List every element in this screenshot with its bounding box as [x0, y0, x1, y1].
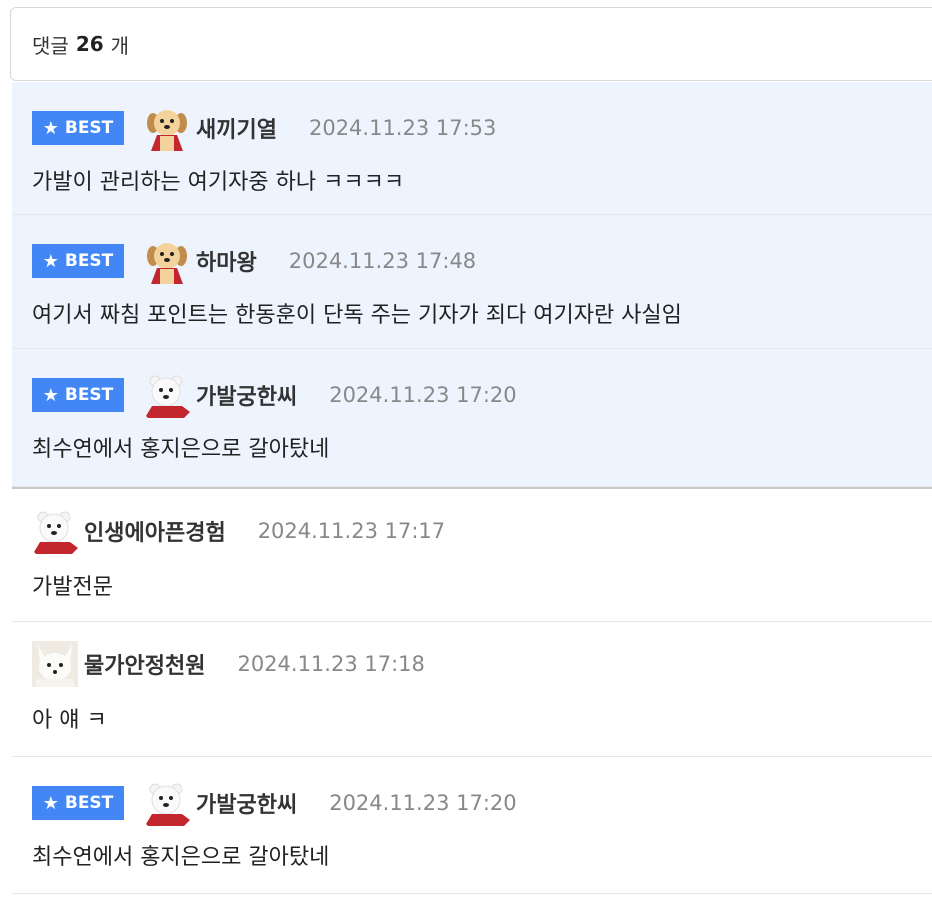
- comment-text: 최수연에서 홍지은으로 갈아탔네: [32, 437, 330, 462]
- polar-bear-icon[interactable]: [32, 508, 78, 554]
- polar-bear-icon[interactable]: [144, 780, 190, 826]
- comment-date: 2024.11.23 17:18: [237, 652, 425, 676]
- comment-item: ★ BEST 새끼기열 2024.11.23 17:53 가발이 관리하는 여기자…: [12, 82, 932, 215]
- puppy-icon[interactable]: [144, 105, 190, 151]
- polar-bear-icon[interactable]: [144, 372, 190, 418]
- star-icon: ★: [42, 384, 59, 406]
- comment-text: 아 얘 ㅋ: [32, 708, 107, 733]
- star-icon: ★: [42, 117, 59, 139]
- comment-count-unit: 개: [110, 33, 130, 58]
- nickname[interactable]: 하마왕: [196, 245, 257, 277]
- comment-item: ★ BEST 하마왕 2024.11.23 17:48 여기서 짜침 포인트는 한…: [12, 215, 932, 349]
- comment-item: ★ BEST 가발궁한씨 2024.11.23 17:20 최수연에서 홍지은으로…: [12, 757, 932, 894]
- best-badge: ★ BEST: [32, 111, 124, 145]
- nickname[interactable]: 새끼기열: [196, 112, 277, 144]
- nickname[interactable]: 가발궁한씨: [196, 379, 297, 411]
- comment-date: 2024.11.23 17:20: [329, 383, 517, 407]
- best-badge: ★ BEST: [32, 244, 124, 278]
- comment-date: 2024.11.23 17:20: [329, 791, 517, 815]
- nickname[interactable]: 인생에아픈경험: [84, 515, 226, 547]
- comment-date: 2024.11.23 17:17: [257, 519, 446, 543]
- comment-count-header: 댓글 26 개: [10, 7, 932, 81]
- comment-count-label: 댓글: [32, 33, 69, 58]
- comment-text: 최수연에서 홍지은으로 갈아탔네: [32, 845, 330, 870]
- comment-date: 2024.11.23 17:48: [288, 249, 477, 273]
- comment-item: 인생에아픈경험 2024.11.23 17:17 가발전문: [12, 487, 932, 622]
- star-icon: ★: [42, 250, 59, 272]
- comment-list: ★ BEST 새끼기열 2024.11.23 17:53 가발이 관리하는 여기자…: [12, 82, 932, 894]
- nickname[interactable]: 물가안정천원: [84, 648, 205, 680]
- nickname[interactable]: 가발궁한씨: [196, 787, 297, 819]
- puppy-icon[interactable]: [144, 238, 190, 284]
- star-icon: ★: [42, 792, 59, 814]
- comment-item: 물가안정천원 2024.11.23 17:18 아 얘 ㅋ: [12, 622, 932, 757]
- comment-count-value: 26: [75, 32, 104, 56]
- comment-item: ★ BEST 가발궁한씨 2024.11.23 17:20 최수연에서 홍지은으로…: [12, 349, 932, 487]
- best-badge: ★ BEST: [32, 378, 124, 412]
- comment-date: 2024.11.23 17:53: [308, 116, 497, 140]
- best-badge: ★ BEST: [32, 786, 124, 820]
- comment-text: 가발이 관리하는 여기자중 하나 ㅋㅋㅋㅋ: [32, 170, 405, 195]
- comment-text: 여기서 짜침 포인트는 한동훈이 단독 주는 기자가 죄다 여기자란 사실임: [32, 303, 682, 328]
- arctic-fox-icon[interactable]: [32, 641, 78, 687]
- comment-text: 가발전문: [32, 575, 113, 600]
